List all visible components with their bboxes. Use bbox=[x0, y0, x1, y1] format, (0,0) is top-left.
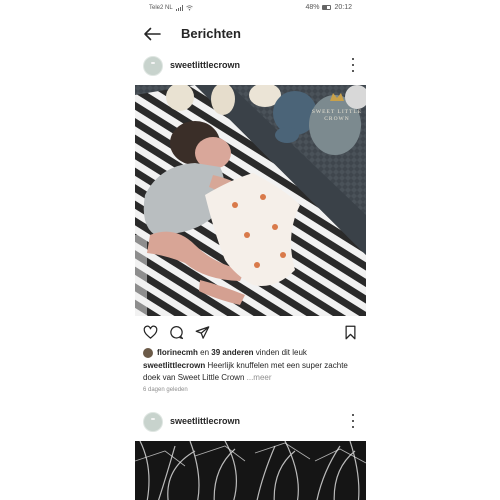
battery-icon bbox=[322, 5, 332, 10]
likes-summary[interactable]: florinecmh en 39 anderen vinden dit leuk bbox=[135, 346, 366, 360]
status-right: 48% 20:12 bbox=[305, 4, 352, 11]
post-username[interactable]: sweetlittlecrown bbox=[170, 416, 240, 426]
bookmark-icon[interactable] bbox=[343, 325, 358, 340]
post-header: sweetlittlecrown bbox=[135, 50, 366, 85]
status-left: Tele2 NL bbox=[149, 5, 193, 11]
liker-avatar bbox=[143, 347, 153, 358]
likes-suffix: vinden dit leuk bbox=[255, 348, 307, 357]
page-title: Berichten bbox=[181, 26, 241, 41]
post: sweetlittlecrown bbox=[135, 406, 366, 500]
liked-by-user[interactable]: florinecmh bbox=[157, 348, 198, 357]
caption-more-link[interactable]: ...meer bbox=[247, 373, 272, 382]
more-vertical-icon[interactable] bbox=[350, 414, 356, 428]
likes-others[interactable]: 39 anderen bbox=[211, 348, 253, 357]
avatar[interactable] bbox=[143, 412, 163, 432]
arrow-left-icon[interactable] bbox=[143, 27, 161, 41]
heart-icon[interactable] bbox=[143, 325, 158, 340]
battery-percent: 48% bbox=[305, 4, 320, 11]
caption-username[interactable]: sweetlittlecrown bbox=[143, 361, 205, 370]
carrier-label: Tele2 NL bbox=[149, 5, 173, 11]
post-header: sweetlittlecrown bbox=[135, 406, 366, 441]
status-bar: Tele2 NL 48% 20:12 bbox=[135, 0, 366, 16]
post-actions bbox=[135, 316, 366, 346]
post-image[interactable] bbox=[135, 441, 366, 500]
post-username[interactable]: sweetlittlecrown bbox=[170, 60, 240, 70]
post-timestamp: 6 dagen geleden bbox=[143, 387, 188, 393]
signal-icon bbox=[175, 5, 183, 11]
post-photo: SWEET LITTLE CROWN bbox=[135, 85, 366, 316]
phone-screen: Tele2 NL 48% 20:12 Berichten sweetlittle… bbox=[135, 0, 366, 500]
likes-connector: en bbox=[200, 348, 210, 357]
watermark-line-2: CROWN bbox=[324, 116, 349, 122]
post-photo bbox=[135, 441, 366, 500]
post-caption: sweetlittlecrown Heerlijk knuffelen met … bbox=[135, 360, 366, 384]
post-image[interactable]: SWEET LITTLE CROWN bbox=[135, 85, 366, 316]
clock: 20:12 bbox=[334, 4, 352, 11]
post: sweetlittlecrown bbox=[135, 50, 366, 396]
app-header: Berichten bbox=[135, 16, 366, 50]
comment-icon[interactable] bbox=[169, 325, 184, 340]
more-vertical-icon[interactable] bbox=[350, 58, 356, 72]
avatar[interactable] bbox=[143, 56, 163, 76]
paper-plane-icon[interactable] bbox=[195, 325, 210, 340]
wifi-icon bbox=[185, 5, 193, 11]
watermark-line-1: SWEET LITTLE bbox=[312, 109, 362, 115]
